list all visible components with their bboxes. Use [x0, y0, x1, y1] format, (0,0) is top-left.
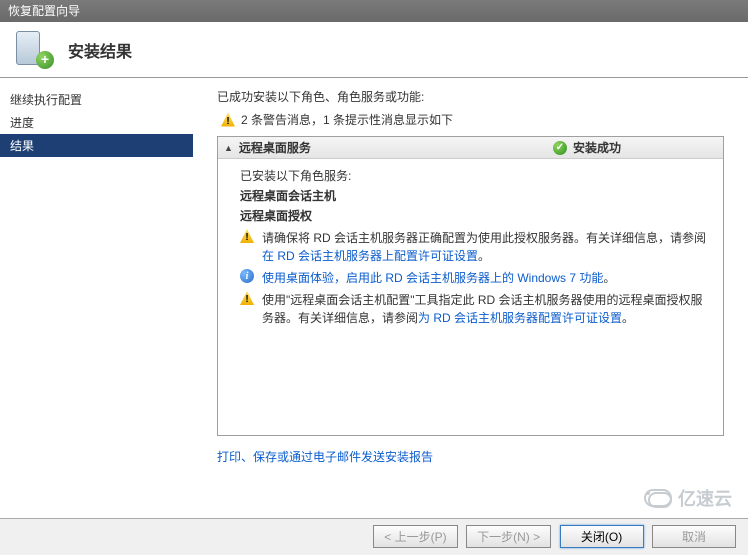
sidebar-item-label: 继续执行配置 [10, 93, 82, 107]
wizard-sidebar: 继续执行配置 进度 结果 [0, 78, 193, 518]
msg2-suffix: 。 [603, 271, 615, 285]
window-title: 恢复配置向导 [8, 4, 80, 18]
warning-summary-row: 2 条警告消息，1 条提示性消息显示如下 [217, 111, 724, 128]
collapse-icon: ▲ [224, 143, 233, 153]
warning-icon [240, 291, 254, 305]
wizard-footer: < 上一步(P) 下一步(N) > 关闭(O) 取消 [0, 518, 748, 555]
panel-header[interactable]: ▲ 远程桌面服务 安装成功 [218, 137, 723, 159]
msg3-suffix: 。 [622, 311, 634, 325]
info-icon [240, 269, 254, 283]
role-service-2: 远程桌面授权 [240, 207, 711, 225]
server-add-icon: + [16, 31, 54, 69]
msg1-link[interactable]: 在 RD 会话主机服务器上配置许可证设置 [262, 249, 478, 263]
msg2-link[interactable]: 使用桌面体验，启用此 RD 会话主机服务器上的 Windows 7 功能 [262, 271, 603, 285]
panel-status: 安装成功 [553, 139, 621, 156]
panel-body: 已安装以下角色服务: 远程桌面会话主机 远程桌面授权 请确保将 RD 会话主机服… [218, 159, 723, 341]
panel-status-text: 安装成功 [573, 139, 621, 156]
message-row-3: 使用"远程桌面会话主机配置"工具指定此 RD 会话主机服务器使用的远程桌面授权服… [240, 291, 711, 327]
sidebar-item-continue[interactable]: 继续执行配置 [0, 88, 193, 111]
results-panel: ▲ 远程桌面服务 安装成功 已安装以下角色服务: 远程桌面会话主机 远程桌面授权… [217, 136, 724, 436]
warning-icon [221, 113, 235, 127]
sidebar-item-label: 结果 [10, 139, 34, 153]
sidebar-item-results[interactable]: 结果 [0, 134, 193, 157]
close-button[interactable]: 关闭(O) [560, 525, 644, 548]
panel-title: 远程桌面服务 [239, 139, 311, 156]
message-row-2: 使用桌面体验，启用此 RD 会话主机服务器上的 Windows 7 功能。 [240, 269, 711, 287]
success-icon [553, 141, 567, 155]
wizard-main: 继续执行配置 进度 结果 已成功安装以下角色、角色服务或功能: 2 条警告消息，… [0, 78, 748, 518]
page-title: 安装结果 [68, 38, 132, 62]
warning-icon [240, 229, 254, 243]
wizard-header: + 安装结果 [0, 22, 748, 78]
msg1-text: 请确保将 RD 会话主机服务器正确配置为使用此授权服务器。有关详细信息，请参阅 [262, 231, 706, 245]
sidebar-item-label: 进度 [10, 116, 34, 130]
intro-text: 已成功安装以下角色、角色服务或功能: [217, 88, 724, 105]
message-row-1: 请确保将 RD 会话主机服务器正确配置为使用此授权服务器。有关详细信息，请参阅在… [240, 229, 711, 265]
warning-summary-text: 2 条警告消息，1 条提示性消息显示如下 [241, 111, 453, 128]
msg1-suffix: 。 [478, 249, 490, 263]
cancel-button: 取消 [652, 525, 736, 548]
sidebar-item-progress[interactable]: 进度 [0, 111, 193, 134]
prev-button: < 上一步(P) [373, 525, 457, 548]
role-service-1: 远程桌面会话主机 [240, 187, 711, 205]
wizard-content: 已成功安装以下角色、角色服务或功能: 2 条警告消息，1 条提示性消息显示如下 … [193, 78, 748, 518]
window-titlebar: 恢复配置向导 [0, 0, 748, 22]
msg3-link[interactable]: 为 RD 会话主机服务器配置许可证设置 [418, 311, 622, 325]
installed-label: 已安装以下角色服务: [240, 167, 711, 185]
next-button: 下一步(N) > [466, 525, 551, 548]
report-link[interactable]: 打印、保存或通过电子邮件发送安装报告 [217, 448, 433, 465]
